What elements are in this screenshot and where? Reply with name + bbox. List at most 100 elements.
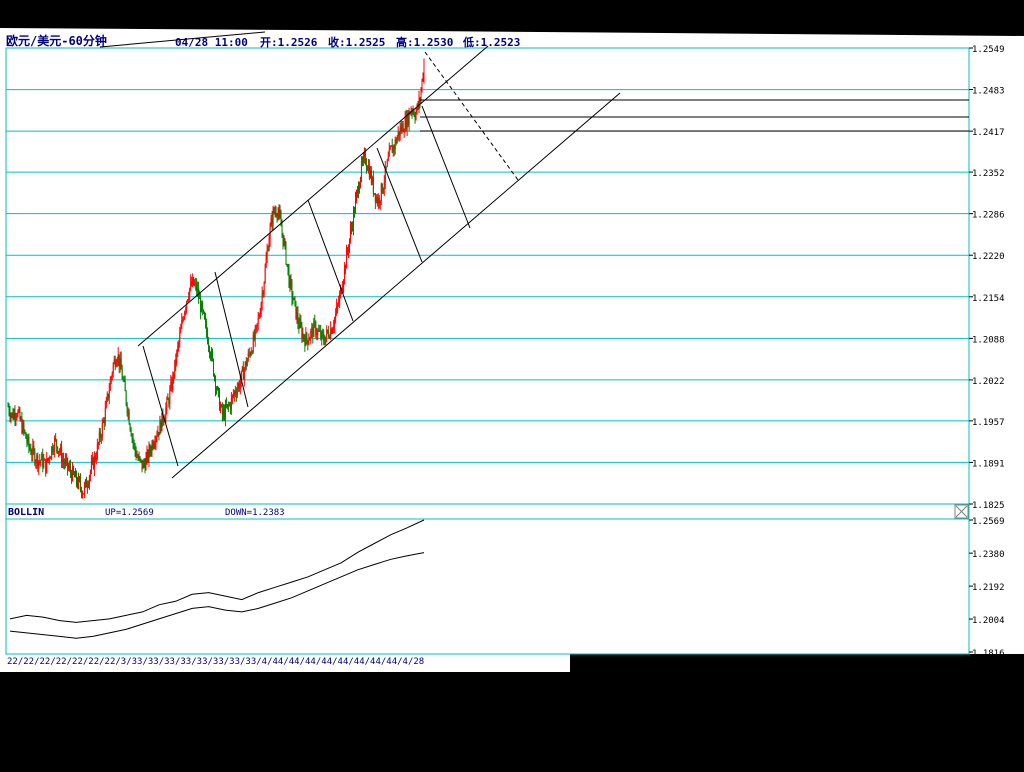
candle-body <box>277 213 279 217</box>
candle-body <box>8 406 10 413</box>
candle-body <box>50 457 52 459</box>
candle-body <box>331 328 333 334</box>
candle-body <box>99 432 101 438</box>
candle-body <box>151 442 153 453</box>
candle-body <box>201 302 203 313</box>
forex-chart-window: 1.2549 1.2483 1.2417 1.2352 1.2286 1.2220 1.21… <box>0 0 1024 768</box>
candle-body <box>57 446 59 453</box>
candle-body <box>190 281 192 289</box>
candle-body <box>90 462 92 472</box>
candle-body <box>268 239 270 251</box>
candle-body <box>101 422 103 437</box>
candle-body <box>273 208 275 213</box>
chart-svg: 1.2549 1.2483 1.2417 1.2352 1.2286 1.2220 1.21… <box>0 0 1024 768</box>
candle-body <box>46 458 48 473</box>
candle-body <box>97 442 99 445</box>
candle-body <box>233 391 235 396</box>
candle-body <box>139 456 141 459</box>
candle-body <box>247 352 249 361</box>
candle-body <box>272 208 274 225</box>
candle-body <box>351 227 353 229</box>
candle-body <box>375 197 377 202</box>
candle-body <box>369 170 371 178</box>
candle-body <box>115 363 117 367</box>
candle-body <box>259 314 261 317</box>
candle-body <box>293 297 295 301</box>
candle-body <box>152 442 154 448</box>
candle-body <box>140 458 142 461</box>
candle-body <box>158 432 160 435</box>
candle-body <box>218 391 220 410</box>
candle-body <box>278 210 280 214</box>
candle-body <box>225 404 227 407</box>
candle-body <box>393 145 395 150</box>
candle-body <box>298 323 300 328</box>
candle-body <box>354 198 356 213</box>
candle-body <box>69 466 71 468</box>
candle-body <box>402 124 404 132</box>
candle-body <box>191 281 193 286</box>
candle-body <box>87 484 89 486</box>
candle-body <box>281 226 283 233</box>
candle-body <box>286 263 288 265</box>
candle-body <box>381 183 383 193</box>
candle-body <box>135 450 137 458</box>
candle-body <box>171 381 173 390</box>
candle-body <box>222 409 224 416</box>
candle-body <box>274 211 276 213</box>
candle-body <box>27 436 29 443</box>
candle-body <box>338 302 340 305</box>
candle-body <box>77 477 79 487</box>
candle-body <box>363 152 365 157</box>
candle-body <box>51 446 53 458</box>
candle-body <box>92 458 94 469</box>
candle-body <box>403 131 405 133</box>
candle-body <box>157 432 159 437</box>
candle-body <box>150 451 152 453</box>
candle-body <box>374 193 376 202</box>
candle-body <box>307 340 309 345</box>
candle-body <box>104 407 106 424</box>
candle-body <box>168 399 170 404</box>
candle-body <box>371 177 373 183</box>
candle-body <box>179 333 181 343</box>
candle-body <box>253 334 255 340</box>
candle-body <box>207 332 209 344</box>
candle-body <box>362 156 364 162</box>
candle-body <box>366 167 368 171</box>
candle-body <box>359 177 361 187</box>
candle-body <box>129 424 131 430</box>
candle-body <box>313 321 315 337</box>
candle-body <box>23 422 25 431</box>
candle-body <box>227 404 229 406</box>
candle-body <box>39 460 41 462</box>
candle-body <box>395 139 397 144</box>
candle-body <box>36 455 38 462</box>
candle-body <box>174 359 176 377</box>
candle-body <box>383 182 385 189</box>
candle-body <box>14 412 16 419</box>
candle-body <box>285 242 287 264</box>
candle-body <box>300 320 302 327</box>
candle-body <box>280 217 282 227</box>
candle-body <box>194 284 196 286</box>
candle-body <box>177 345 179 351</box>
candle-body <box>215 389 217 391</box>
candle-body <box>71 472 73 481</box>
candle-body <box>213 359 215 376</box>
candle-body <box>243 369 245 380</box>
candle-body <box>329 336 331 339</box>
candle-body <box>297 312 299 324</box>
candle-body <box>65 459 67 465</box>
candle-body <box>246 360 248 367</box>
candle-body <box>292 298 294 301</box>
candle-body <box>318 330 320 332</box>
candle-body <box>303 334 305 339</box>
candle-body <box>258 316 260 318</box>
candle-body <box>142 461 144 469</box>
candle-body <box>89 471 91 477</box>
candle-body <box>78 477 80 480</box>
candle-body <box>360 161 362 178</box>
candle-body <box>296 312 298 319</box>
y-tick-label: 1.2088 <box>972 335 1005 345</box>
